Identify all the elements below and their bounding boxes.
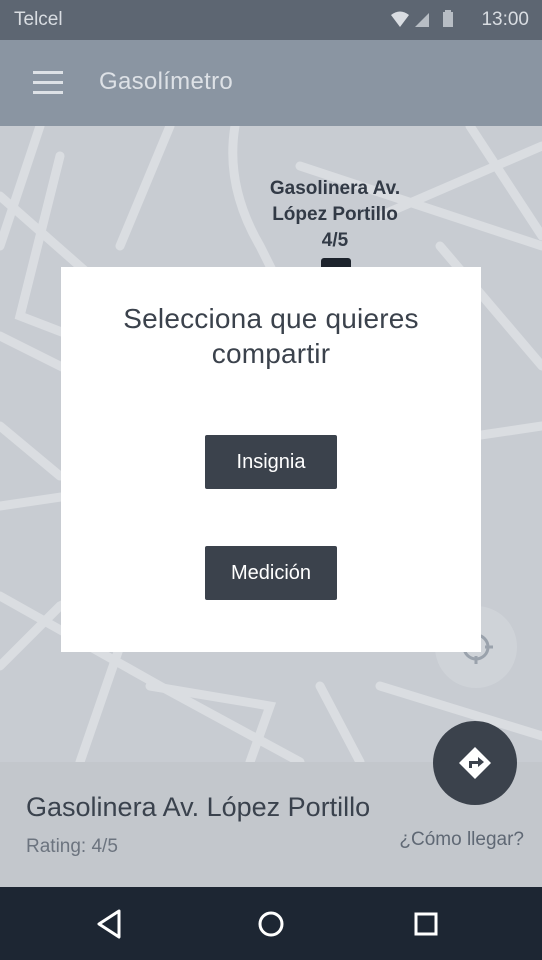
how-to-get-there-link[interactable]: ¿Cómo llegar?	[399, 829, 524, 851]
insignia-button[interactable]: Insignia	[205, 435, 337, 489]
directions-icon	[459, 747, 491, 779]
recents-icon[interactable]	[409, 907, 443, 941]
app-screen: Telcel 13:00 Gasolímetro Gasolinera Av. …	[0, 0, 542, 960]
station-name: Gasolinera Av. López Portillo	[26, 792, 371, 822]
status-icons	[389, 9, 457, 37]
dialog-title: Selecciona que quieres compartir	[123, 303, 419, 369]
wifi-icon	[391, 11, 409, 27]
system-nav-bar	[0, 887, 542, 960]
cell-signal-icon	[415, 13, 429, 27]
back-icon[interactable]	[93, 907, 127, 941]
station-rating: Rating: 4/5	[26, 836, 118, 857]
station-pin-label[interactable]: Gasolinera Av. López Portillo 4/5	[252, 176, 418, 254]
medicion-button[interactable]: Medición	[205, 546, 337, 600]
directions-button[interactable]	[433, 721, 517, 805]
app-bar: Gasolímetro	[0, 40, 542, 126]
carrier-name: Telcel	[14, 9, 63, 30]
clock: 13:00	[481, 9, 529, 30]
signal-wifi-battery-icons	[391, 10, 453, 27]
hamburger-menu-icon[interactable]	[33, 71, 63, 95]
pin-label-rating: 4/5	[321, 230, 349, 251]
pin-label-line-2: López Portillo	[272, 204, 398, 225]
share-dialog: Selecciona que quieres compartir Insigni…	[61, 267, 481, 652]
battery-icon	[443, 12, 453, 27]
app-title: Gasolímetro	[99, 68, 234, 95]
status-bar: Telcel 13:00	[0, 0, 542, 40]
pin-label-line-1: Gasolinera Av.	[269, 178, 401, 199]
home-icon[interactable]	[254, 907, 288, 941]
